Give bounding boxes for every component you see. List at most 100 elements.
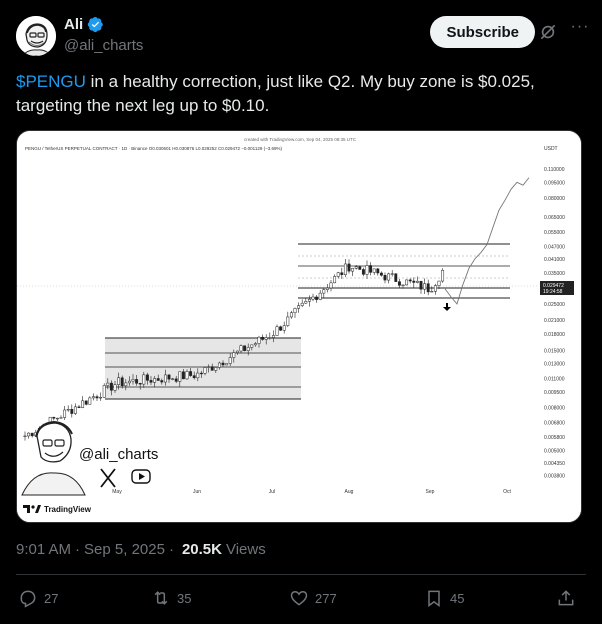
candle-body [430,291,434,293]
candle-body [120,377,124,387]
last-price-time: 19:24:58 [543,289,563,295]
price-tick-label: 0.080000 [544,196,565,202]
candle-body [304,300,308,304]
candle-body [73,406,77,414]
candle-body [149,380,153,383]
candle-body [387,273,391,281]
candle-body [351,268,355,272]
subscribe-button[interactable]: Subscribe [430,16,535,48]
candle-body [66,409,70,411]
candle-body [181,371,185,380]
candle-body [253,343,257,346]
candle-body [109,382,113,391]
cashtag-link[interactable]: $PENGU [16,72,86,91]
candle-body [106,382,110,386]
candle-body [297,305,301,309]
more-icon[interactable]: ··· [568,18,592,42]
tweet-time[interactable]: 9:01 AM [16,541,71,558]
bookmark-icon [428,590,440,607]
share-button[interactable] [556,588,576,608]
candle-body [225,363,229,366]
views-label: Views [225,541,266,558]
candle-body [243,345,247,351]
price-tick-label: 0.055000 [544,230,565,236]
tweet-date[interactable]: Sep 5, 2025 [84,541,165,558]
candle-body [178,371,182,382]
candle-body [315,296,319,300]
grok-icon[interactable] [538,22,558,42]
candle-body [156,378,160,381]
candle-body [84,400,88,405]
share-icon [558,590,574,606]
candle-body [325,287,329,290]
candle-body [70,409,74,414]
candle-body [102,385,106,398]
reply-count: 27 [44,590,59,606]
candle-body [131,379,135,382]
candle-body [138,383,142,385]
candle-body [318,292,322,300]
candle-body [347,263,351,272]
candle-body [30,432,34,437]
candle-body [343,263,347,275]
candle-body [55,417,59,420]
repost-button[interactable]: 35 [151,588,191,608]
handle[interactable]: @ali_charts [64,37,143,54]
reply-button[interactable]: 27 [18,588,58,608]
tweet-media-chart[interactable]: created with TradingView.com, Sep 04, 20… [16,130,582,523]
candle-body [239,345,243,352]
candle-body [433,285,437,292]
price-tick-label: 0.006800 [544,420,565,426]
candle-body [437,280,441,286]
candle-body [275,326,279,336]
tweet-meta: 9:01 AM · Sep 5, 2025 · 20.5K Views [16,541,266,558]
price-tick-label: 0.021000 [544,318,565,324]
avatar[interactable] [16,16,56,56]
display-name[interactable]: Ali [64,16,83,33]
bookmark-button[interactable]: 45 [424,588,464,608]
like-button[interactable]: 277 [289,588,337,608]
candle-body [63,409,67,418]
price-tick-label: 0.015000 [544,348,565,354]
price-tick-label: 0.005000 [544,449,565,455]
candle-body [235,350,239,353]
price-tick-label: 0.047000 [544,244,565,250]
candle-body [293,308,297,314]
candle-body [257,336,261,344]
candle-body [113,384,117,391]
candle-body [358,266,362,270]
candle-body [217,362,221,368]
price-tick-label: 0.008000 [544,406,565,412]
bookmark-count: 45 [450,590,465,606]
month-tick-label: Aug [345,489,354,495]
month-tick-label: Sep [426,489,435,495]
candle-body [271,335,275,338]
candle-body [401,284,405,286]
candle-body [307,298,311,302]
name-row: Ali [64,16,104,33]
candle-body [59,417,63,419]
candle-body [419,280,423,290]
separator-dot: · [75,541,81,558]
chart-background [17,131,581,522]
candle-body [95,396,99,399]
candle-body [199,372,203,375]
tweet-body: in a healthy correction, just like Q2. M… [16,72,535,115]
repost-icon [154,591,168,605]
candle-body [232,352,236,358]
candle-body [365,265,369,275]
price-tick-label: 0.004350 [544,461,565,467]
candle-body [397,281,401,286]
separator-dot: · [168,541,174,558]
candle-body [340,272,344,275]
candle-body [77,406,81,408]
candle-body [81,400,85,408]
price-tick-label: 0.041000 [544,257,565,263]
divider [16,574,586,575]
candle-body [27,432,31,437]
candle-body [192,375,196,379]
candle-body [88,397,92,405]
candle-body [289,312,293,318]
price-tick-label: 0.065000 [544,215,565,221]
candle-body [52,416,56,419]
